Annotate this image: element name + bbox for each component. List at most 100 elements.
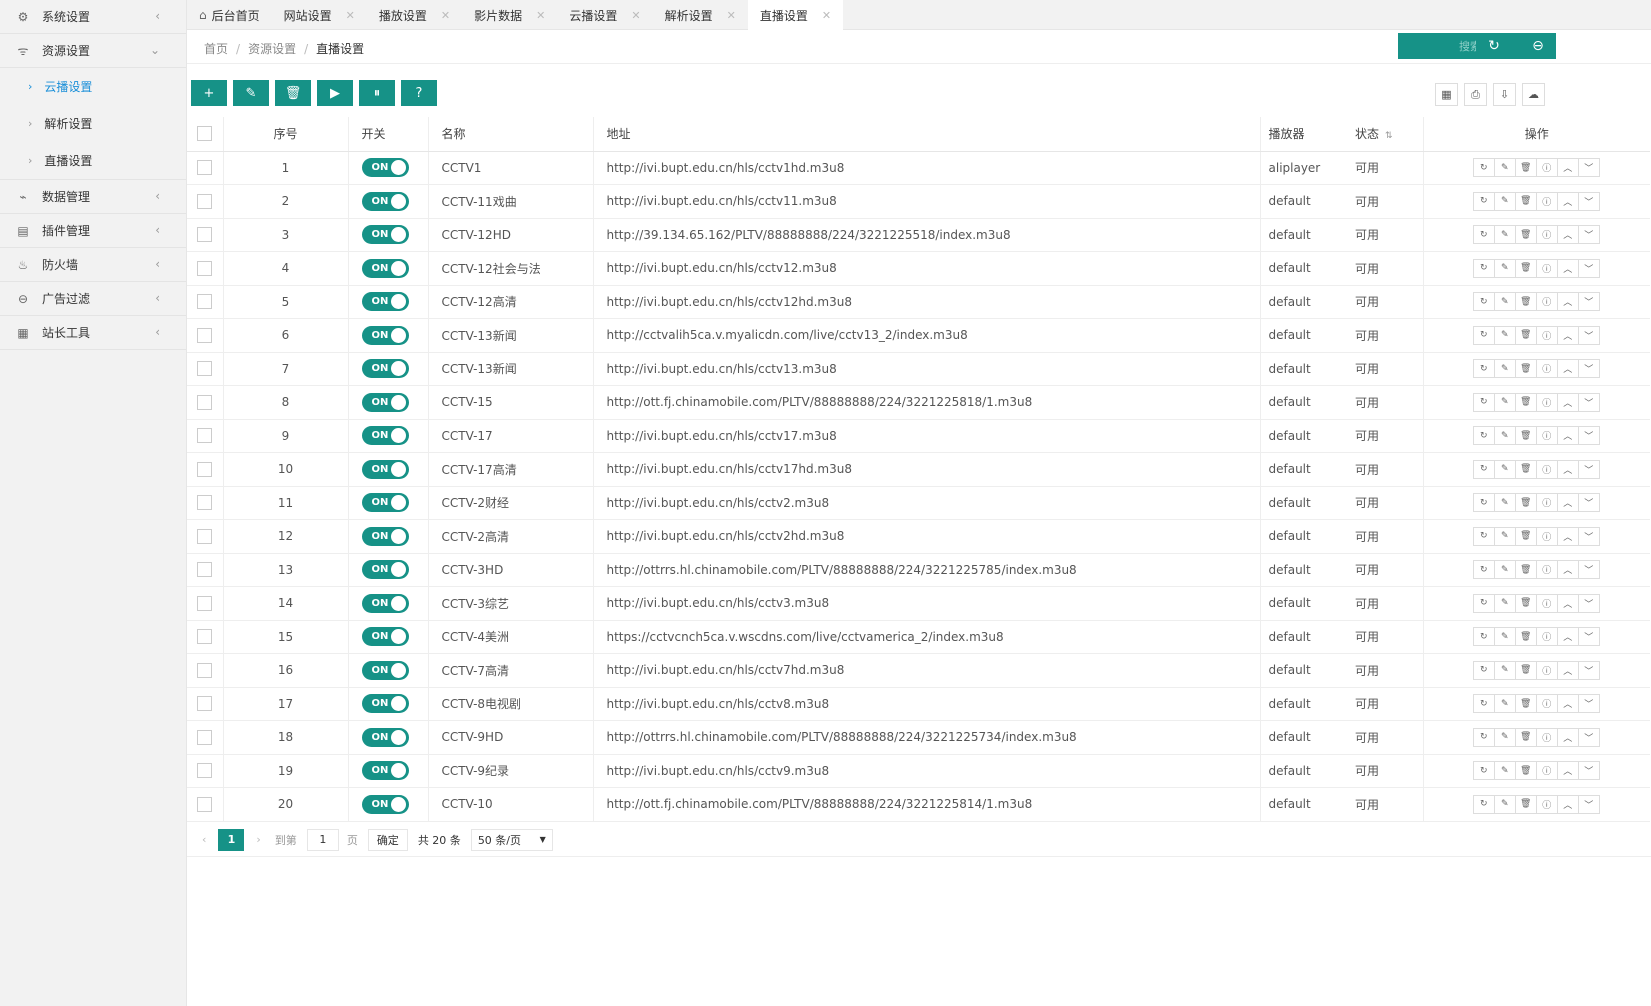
export-button[interactable]: ⇩ [1493,83,1516,106]
row-delete-icon[interactable]: 🗑 [1514,292,1537,312]
row-up-icon[interactable]: ︿ [1556,292,1579,312]
row-up-icon[interactable]: ︿ [1556,158,1579,178]
row-delete-icon[interactable]: 🗑 [1514,325,1537,345]
row-down-icon[interactable]: ﹀ [1577,158,1600,178]
row-info-icon[interactable]: ⓘ [1535,392,1558,412]
row-toggle-switch[interactable]: ON [361,158,409,178]
tab-0[interactable]: ⌂ 后台首页 [187,0,272,30]
row-edit-icon[interactable]: ✎ [1493,191,1516,211]
row-edit-icon[interactable]: ✎ [1493,526,1516,546]
row-edit-icon[interactable]: ✎ [1493,325,1516,345]
row-toggle-switch[interactable]: ON [361,392,409,412]
row-info-icon[interactable]: ⓘ [1535,191,1558,211]
row-refresh-icon[interactable]: ↻ [1472,191,1495,211]
row-edit-icon[interactable]: ✎ [1493,794,1516,814]
row-toggle-switch[interactable]: ON [361,560,409,580]
row-refresh-icon[interactable]: ↻ [1472,258,1495,278]
breadcrumb-item[interactable]: 资源设置 [248,42,296,56]
row-delete-icon[interactable]: 🗑 [1514,493,1537,513]
row-info-icon[interactable]: ⓘ [1535,359,1558,379]
row-up-icon[interactable]: ︿ [1556,359,1579,379]
row-edit-icon[interactable]: ✎ [1493,258,1516,278]
cloud-button[interactable]: ☁ [1522,83,1545,106]
sidebar-item-5[interactable]: ⊖ 广告过滤 ‹ [0,282,186,316]
row-toggle-switch[interactable]: ON [361,225,409,245]
row-refresh-icon[interactable]: ↻ [1472,794,1495,814]
row-toggle-switch[interactable]: ON [361,459,409,479]
row-refresh-icon[interactable]: ↻ [1472,627,1495,647]
row-delete-icon[interactable]: 🗑 [1514,794,1537,814]
sidebar-subitem-0[interactable]: › 云播设置 [0,68,186,105]
row-refresh-icon[interactable]: ↻ [1472,459,1495,479]
row-checkbox[interactable] [197,361,213,377]
row-select-cell[interactable] [187,352,224,386]
current-page-button[interactable]: 1 [218,828,245,851]
row-down-icon[interactable]: ﹀ [1577,694,1600,714]
tab-4[interactable]: 云播设置 ✕ [557,0,652,30]
row-checkbox[interactable] [197,763,213,779]
row-info-icon[interactable]: ⓘ [1535,526,1558,546]
tab-6[interactable]: 直播设置 ✕ [747,0,844,30]
row-info-icon[interactable]: ⓘ [1535,761,1558,781]
row-select-cell[interactable] [187,419,224,453]
close-icon[interactable]: ✕ [346,9,355,22]
row-info-icon[interactable]: ⓘ [1535,292,1558,312]
row-up-icon[interactable]: ︿ [1556,459,1579,479]
row-checkbox[interactable] [197,629,213,645]
row-toggle-switch[interactable]: ON [361,191,409,211]
row-select-cell[interactable] [187,385,224,420]
header-status[interactable]: 状态 ⇅ [1343,117,1424,152]
close-icon[interactable]: ✕ [631,9,640,22]
goto-page-input[interactable]: 1 [306,828,339,851]
sidebar-subitem-1[interactable]: › 解析设置 [0,105,186,142]
row-down-icon[interactable]: ﹀ [1577,560,1600,580]
row-checkbox[interactable] [197,662,213,678]
row-refresh-icon[interactable]: ↻ [1472,694,1495,714]
sidebar-item-4[interactable]: ♨ 防火墙 ‹ [0,248,186,282]
row-toggle-switch[interactable]: ON [361,694,409,714]
row-up-icon[interactable]: ︿ [1556,761,1579,781]
row-info-icon[interactable]: ⓘ [1535,225,1558,245]
page-size-select[interactable]: 50 条/页 ▼ [470,828,553,851]
row-down-icon[interactable]: ﹀ [1577,526,1600,546]
row-toggle-switch[interactable]: ON [361,794,409,814]
row-refresh-icon[interactable]: ↻ [1472,493,1495,513]
row-select-cell[interactable] [187,720,224,755]
sidebar-subitem-2[interactable]: › 直播设置 [0,142,186,179]
row-checkbox[interactable] [197,394,213,410]
row-down-icon[interactable]: ﹀ [1577,225,1600,245]
row-select-cell[interactable] [187,553,224,587]
row-up-icon[interactable]: ︿ [1556,794,1579,814]
row-toggle-switch[interactable]: ON [361,426,409,446]
close-icon[interactable]: ✕ [536,9,545,22]
more-button[interactable]: ⊖ [1520,33,1556,59]
row-edit-icon[interactable]: ✎ [1493,694,1516,714]
prev-page-button[interactable]: ‹ [202,833,206,846]
row-refresh-icon[interactable]: ↻ [1472,426,1495,446]
close-icon[interactable]: ✕ [727,9,736,22]
row-checkbox[interactable] [197,327,213,343]
row-down-icon[interactable]: ﹀ [1577,593,1600,613]
row-select-cell[interactable] [187,285,224,319]
row-select-cell[interactable] [187,151,224,185]
row-info-icon[interactable]: ⓘ [1535,459,1558,479]
row-down-icon[interactable]: ﹀ [1577,325,1600,345]
row-info-icon[interactable]: ⓘ [1535,694,1558,714]
sidebar-item-1[interactable]: ᯤ 资源设置 ⌄ [0,34,186,68]
sidebar-item-0[interactable]: ⚙ 系统设置 ‹ [0,0,186,34]
row-up-icon[interactable]: ︿ [1556,493,1579,513]
sidebar-item-6[interactable]: ▦ 站长工具 ‹ [0,316,186,350]
row-up-icon[interactable]: ︿ [1556,526,1579,546]
row-info-icon[interactable]: ⓘ [1535,493,1558,513]
select-all-header[interactable] [187,117,224,152]
row-select-cell[interactable] [187,452,224,487]
row-up-icon[interactable]: ︿ [1556,593,1579,613]
row-info-icon[interactable]: ⓘ [1535,560,1558,580]
next-page-button[interactable]: › [256,833,260,846]
row-toggle-switch[interactable]: ON [361,325,409,345]
row-edit-icon[interactable]: ✎ [1493,493,1516,513]
row-up-icon[interactable]: ︿ [1556,191,1579,211]
row-delete-icon[interactable]: 🗑 [1514,158,1537,178]
row-refresh-icon[interactable]: ↻ [1472,560,1495,580]
tab-1[interactable]: 网站设置 ✕ [272,0,367,30]
